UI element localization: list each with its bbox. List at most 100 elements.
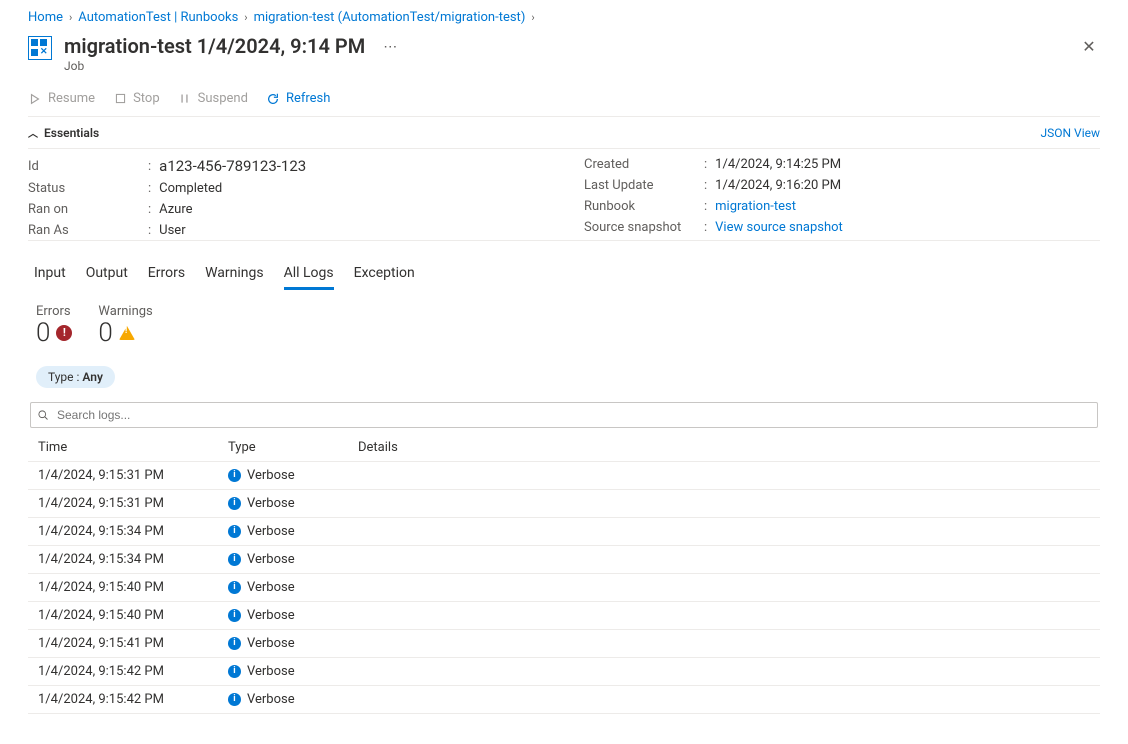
essentials-key: Status xyxy=(28,181,148,196)
search-input[interactable] xyxy=(30,402,1098,428)
log-time-cell: 1/4/2024, 9:15:31 PM xyxy=(28,461,218,489)
essentials-row: Runbook: migration-test xyxy=(584,199,1100,214)
essentials-row: Source snapshot:View source snapshot xyxy=(584,220,1100,235)
tab-input[interactable]: Input xyxy=(34,259,66,290)
table-row[interactable]: 1/4/2024, 9:15:40 PMiVerbose xyxy=(28,573,1100,601)
search-icon xyxy=(37,409,49,421)
essentials-key: Last Update xyxy=(584,178,704,193)
table-row[interactable]: 1/4/2024, 9:15:31 PMiVerbose xyxy=(28,489,1100,517)
table-row[interactable]: 1/4/2024, 9:15:31 PMiVerbose xyxy=(28,461,1100,489)
page-header: ✕ migration-test 1/4/2024, 9:14 PM Job ⋯… xyxy=(28,33,1100,73)
essentials-label: Essentials xyxy=(44,126,99,140)
essentials-value: 1/4/2024, 9:16:20 PM xyxy=(715,178,841,193)
suspend-button[interactable]: Suspend xyxy=(178,91,248,106)
essentials-value: a123-456-789123-123 xyxy=(159,157,306,175)
table-row[interactable]: 1/4/2024, 9:15:34 PMiVerbose xyxy=(28,517,1100,545)
type-filter-value: Any xyxy=(82,370,103,384)
suspend-label: Suspend xyxy=(198,91,248,106)
log-details-cell xyxy=(348,601,1100,629)
breadcrumb-item[interactable]: AutomationTest | Runbooks xyxy=(78,10,238,25)
table-row[interactable]: 1/4/2024, 9:15:42 PMiVerbose xyxy=(28,685,1100,713)
chevron-right-icon: › xyxy=(69,11,72,24)
column-header[interactable]: Time xyxy=(28,434,218,462)
essentials-value: Completed xyxy=(159,181,222,196)
essentials-key: Ran on xyxy=(28,202,148,217)
tab-output[interactable]: Output xyxy=(86,259,128,290)
warnings-stat-label: Warnings xyxy=(98,304,152,319)
essentials-row: Status:Completed xyxy=(28,181,544,196)
search-wrap xyxy=(30,402,1098,428)
chevron-right-icon: › xyxy=(531,11,534,24)
essentials-key: Runbook xyxy=(584,199,704,214)
essentials-key: Created xyxy=(584,157,704,172)
table-row[interactable]: 1/4/2024, 9:15:40 PMiVerbose xyxy=(28,601,1100,629)
log-time-cell: 1/4/2024, 9:15:42 PM xyxy=(28,657,218,685)
breadcrumb: Home › AutomationTest | Runbooks › migration… xyxy=(28,10,1100,25)
log-details-cell xyxy=(348,489,1100,517)
warning-icon xyxy=(119,326,135,340)
tab-exception[interactable]: Exception xyxy=(354,259,415,290)
essentials-key: Id xyxy=(28,159,148,174)
breadcrumb-item[interactable]: migration-test (AutomationTest/migration… xyxy=(254,10,526,25)
info-icon: i xyxy=(228,553,241,566)
essentials-header: ︿ Essentials JSON View xyxy=(28,117,1100,149)
page-title: migration-test 1/4/2024, 9:14 PM xyxy=(64,33,365,59)
log-type-cell: iVerbose xyxy=(218,517,348,545)
filter-row: Type : Any xyxy=(28,348,1100,402)
table-row[interactable]: 1/4/2024, 9:15:41 PMiVerbose xyxy=(28,629,1100,657)
refresh-icon xyxy=(266,92,280,106)
log-time-cell: 1/4/2024, 9:15:40 PM xyxy=(28,601,218,629)
breadcrumb-item[interactable]: Home xyxy=(28,10,63,25)
resource-icon: ✕ xyxy=(28,36,52,60)
more-actions-button[interactable]: ⋯ xyxy=(377,33,403,61)
separator: : xyxy=(148,223,151,238)
essentials-value: Azure xyxy=(159,202,192,217)
essentials-key: Source snapshot xyxy=(584,220,704,235)
tab-all-logs[interactable]: All Logs xyxy=(284,259,334,290)
errors-stat-label: Errors xyxy=(36,304,72,319)
errors-stat: Errors 0 ! xyxy=(36,304,72,348)
log-type-cell: iVerbose xyxy=(218,629,348,657)
log-time-cell: 1/4/2024, 9:15:31 PM xyxy=(28,489,218,517)
log-type-cell: iVerbose xyxy=(218,685,348,713)
separator: : xyxy=(704,157,707,172)
log-details-cell xyxy=(348,573,1100,601)
separator: : xyxy=(704,199,707,214)
log-type-cell: iVerbose xyxy=(218,573,348,601)
log-type-cell: iVerbose xyxy=(218,489,348,517)
close-blade-button[interactable]: ✕ xyxy=(1078,35,1100,57)
log-type-cell: iVerbose xyxy=(218,545,348,573)
type-filter-pill[interactable]: Type : Any xyxy=(36,366,115,388)
stop-label: Stop xyxy=(133,91,160,106)
type-filter-prefix: Type : xyxy=(48,370,82,384)
chevron-right-icon: › xyxy=(244,11,247,24)
resume-button[interactable]: Resume xyxy=(28,91,95,106)
log-time-cell: 1/4/2024, 9:15:40 PM xyxy=(28,573,218,601)
info-icon: i xyxy=(228,469,241,482)
logs-table: TimeTypeDetails 1/4/2024, 9:15:31 PMiVer… xyxy=(28,434,1100,714)
log-details-cell xyxy=(348,629,1100,657)
log-details-cell xyxy=(348,685,1100,713)
separator: : xyxy=(148,202,151,217)
essentials-key: Ran As xyxy=(28,223,148,238)
table-row[interactable]: 1/4/2024, 9:15:42 PMiVerbose xyxy=(28,657,1100,685)
table-row[interactable]: 1/4/2024, 9:15:34 PMiVerbose xyxy=(28,545,1100,573)
log-details-cell xyxy=(348,461,1100,489)
column-header[interactable]: Details xyxy=(348,434,1100,462)
stop-button[interactable]: Stop xyxy=(113,91,160,106)
info-icon: i xyxy=(228,637,241,650)
json-view-link[interactable]: JSON View xyxy=(1041,126,1100,140)
page-subtitle: Job xyxy=(64,59,365,73)
essentials-toggle[interactable]: ︿ Essentials xyxy=(28,125,99,140)
essentials-value-link[interactable]: View source snapshot xyxy=(715,220,843,235)
refresh-button[interactable]: Refresh xyxy=(266,91,330,106)
tab-errors[interactable]: Errors xyxy=(148,259,185,290)
essentials-row: Last Update:1/4/2024, 9:16:20 PM xyxy=(584,178,1100,193)
essentials-row: Created:1/4/2024, 9:14:25 PM xyxy=(584,157,1100,172)
info-icon: i xyxy=(228,525,241,538)
log-type-cell: iVerbose xyxy=(218,461,348,489)
column-header[interactable]: Type xyxy=(218,434,348,462)
tab-warnings[interactable]: Warnings xyxy=(205,259,264,290)
essentials-value-link[interactable]: migration-test xyxy=(715,199,796,214)
essentials-row: Id:a123-456-789123-123 xyxy=(28,157,544,175)
